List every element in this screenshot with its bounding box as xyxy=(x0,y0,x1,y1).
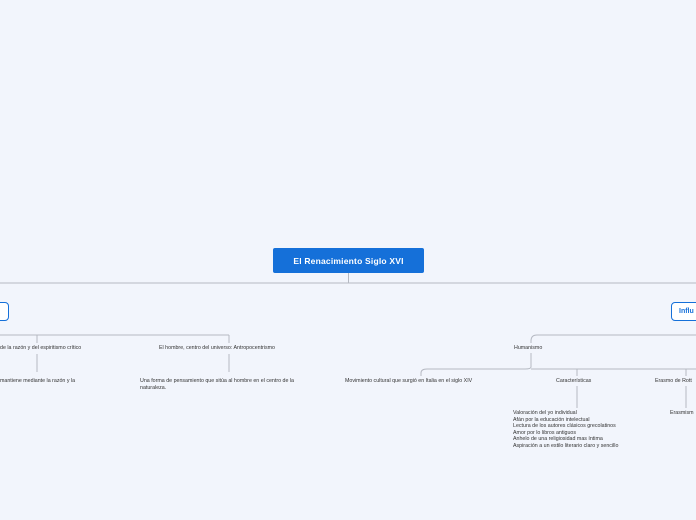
list-item: Valoración del yo individual xyxy=(513,410,577,416)
right-humanism-connector xyxy=(530,334,696,343)
list-item: Lectura de los autores clásicos grecolat… xyxy=(513,423,616,430)
movement-subtopic[interactable]: Movimiento cultural que surgió en Italia… xyxy=(345,378,472,385)
right-branch-topic[interactable]: Influ xyxy=(671,302,696,321)
list-item: Afán por la educación intelectual xyxy=(513,416,590,423)
characteristics-subtopic[interactable]: Características xyxy=(556,378,591,385)
reason-topic[interactable]: de la razón y del espiritismo crítico xyxy=(0,345,81,352)
list-item: Anhelo de una religiosidad mas íntima xyxy=(513,436,603,443)
characteristics-list[interactable]: Valoración del yo individual Afán por la… xyxy=(513,410,618,450)
list-item: Amor por lo libros antiguos xyxy=(513,429,577,436)
anthropocentrism-subtopic[interactable]: Una forma de pensamiento que sitúa al ho… xyxy=(140,378,312,391)
list-item: Aspiración a un estilo literario claro y… xyxy=(513,442,619,449)
anthropocentrism-topic[interactable]: El hombre, centro del universo: Antropoc… xyxy=(159,345,275,352)
reason-subtopic[interactable]: mantiene mediante la razón y la xyxy=(0,378,75,385)
erasmus-subtopic[interactable]: Erasmo de Rott xyxy=(655,378,692,385)
humanism-topic[interactable]: Humanismo xyxy=(514,345,542,352)
right-movement-connector xyxy=(420,353,532,376)
root-topic[interactable]: El Renacimiento Siglo XVI xyxy=(273,248,424,273)
mind-map-canvas: El Renacimiento Siglo XVI Influ de la ra… xyxy=(0,0,696,520)
left-branch-topic[interactable] xyxy=(0,302,9,321)
erasmism-item[interactable]: Erasmism xyxy=(670,410,694,417)
